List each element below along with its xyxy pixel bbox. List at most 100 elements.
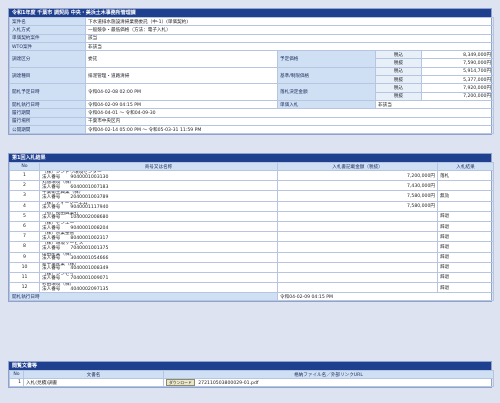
corp-number-label: 法人番号	[42, 276, 61, 282]
row-no: 3	[9, 190, 40, 202]
document-row: 1 入札(見積)調書 ダウンロード 272110503800029-01.pdf	[9, 378, 494, 387]
row-no: 8	[9, 241, 40, 253]
bid-amount	[277, 220, 438, 233]
company-cell: （有）長田興業社 法人番号 1040002008680	[39, 210, 278, 222]
col-bid-result: 入札結果	[437, 162, 494, 171]
label-case-name: 案件名	[9, 16, 86, 27]
label-bid-method: 入札方式	[9, 25, 86, 35]
label-winning-price: 落札決定金額	[277, 83, 376, 101]
corp-number-label: 法人番号	[42, 235, 61, 241]
corp-number: 6040001007183	[70, 184, 109, 190]
corp-number-label: 法人番号	[42, 184, 61, 190]
table-row: 7 （株）京業整管 法人番号 8040001002317 辞退	[9, 231, 494, 243]
corp-number-line: 法人番号 7040001001375	[42, 245, 275, 251]
corp-number-line: 法人番号 8040001002317	[42, 235, 275, 241]
planned-price-tax-in: 8,349,000円	[420, 50, 495, 60]
planned-price-tax-out: 7,590,000円	[420, 58, 495, 68]
tax-out-label: 税抜	[375, 91, 422, 101]
label-wto: WTO案件	[9, 41, 86, 52]
row-no: 9	[9, 251, 40, 263]
company-cell: （株）シンドウ環境センター 法人番号 9040001003130	[39, 169, 278, 182]
bid-amount	[277, 231, 438, 243]
corp-number-label: 法人番号	[42, 266, 61, 272]
bid-result: 無効	[437, 190, 494, 202]
value-contract-kind: 委託	[85, 50, 278, 68]
table-row: 6 （株）センエー 法人番号 9040001008204 辞退	[9, 220, 494, 233]
corp-number-line: 法人番号 4040001008349	[42, 266, 275, 272]
company-cell: （株）ティーシーエム 法人番号 9040001117940	[39, 200, 278, 212]
corp-number-label: 法人番号	[42, 245, 61, 251]
value-bid-method: 一般競争・最低価格（方法：電子入札）	[84, 25, 495, 35]
bid-result	[437, 180, 494, 192]
corp-number-line: 法人番号 9040001008204	[42, 225, 275, 231]
bid-result: 辞退	[437, 251, 494, 263]
table-row: 8 （株）環境サービス 法人番号 7040001001375 辞退	[9, 241, 494, 253]
corp-number-line: 法人番号 6040001007183	[42, 184, 275, 190]
bid-amount: 7,580,000円	[277, 190, 438, 202]
company-cell: （株）センエー 法人番号 9040001008204	[39, 220, 278, 233]
label-unit-price: 単価契約案件	[9, 33, 86, 43]
row-unit-price: 単価契約案件 該当	[9, 33, 495, 43]
tax-in-label: 税込	[375, 83, 422, 93]
value-period: 令和04-04-01 ～ 令和04-09-30	[84, 108, 495, 118]
row-no: 6	[9, 220, 40, 233]
bid-result: 辞退	[437, 271, 494, 284]
table-row: 2 丸徳環境（株） 法人番号 6040001007183 7,430,000円	[9, 180, 494, 192]
bid-result	[437, 200, 494, 212]
bid-result: 辞退	[437, 231, 494, 243]
download-button[interactable]: ダウンロード	[166, 379, 195, 386]
doc-no: 1	[9, 378, 24, 387]
corp-number: 9040001003130	[70, 174, 109, 180]
table-row: 4 （株）ティーシーエム 法人番号 9040001117940 7,580,000円	[9, 200, 494, 212]
company-cell: 千葉衛生興業（株） 法人番号 2040001003789	[39, 190, 278, 202]
bid-results-panel: 第1回入札結果 No 商号又は名称 入札書記載金額（税抜） 入札結果 1 （株）シ…	[8, 153, 494, 303]
label-place: 履行場所	[9, 116, 86, 126]
table-row: 10 新千葉産業（株） 法人番号 4040001008349 辞退	[9, 261, 494, 273]
winning-price-tax-in: 7,920,000円	[420, 83, 495, 93]
corp-number-label: 法人番号	[42, 215, 61, 221]
company-cell: （株）京業整管 法人番号 8040001002317	[39, 231, 278, 243]
row-no: 1	[9, 169, 40, 182]
value-unit-price: 該当	[84, 33, 495, 43]
tax-in-label: 税込	[375, 50, 422, 60]
bid-result: 落札	[437, 169, 494, 182]
corp-number: 8040001002317	[70, 235, 109, 241]
row-no: 2	[9, 180, 40, 192]
bid-amount	[277, 271, 438, 284]
row-no: 4	[9, 200, 40, 212]
company-cell: 山田産業（株） 法人番号 3040001054666	[39, 251, 278, 263]
table-row: 5 （有）長田興業社 法人番号 1040002008680 辞退	[9, 210, 494, 222]
corp-number-line: 法人番号 4040002097135	[42, 287, 275, 292]
documents-panel: 閲覧文書等 No 文書名 格納ファイル名／外部リンクURL 1 入札(見積)調書…	[8, 361, 494, 388]
case-info-table: 案件名 下水道排水施設清掃業務委託（中-1）(単価契約) 入札方式 一般競争・最…	[9, 16, 495, 135]
bid-amount: 7,580,000円	[277, 200, 438, 212]
doc-file-name[interactable]: 272110503800029-01.pdf	[198, 381, 258, 386]
base-price-tax-out: 5,377,000円	[420, 75, 495, 85]
value-single-bid: 非該当	[374, 99, 495, 110]
corp-number: 9040001008204	[70, 225, 109, 231]
value-bid-date: 令和04-02-09 04:15 PM	[85, 99, 278, 110]
documents-header: 閲覧文書等	[9, 362, 491, 370]
bid-result: 辞退	[437, 282, 494, 294]
table-row: 9 山田産業（株） 法人番号 3040001054666 辞退	[9, 251, 494, 263]
tax-out-label: 税抜	[375, 58, 422, 68]
doc-col-no: No	[9, 370, 24, 379]
corp-number: 7040001009071	[70, 276, 109, 282]
value-industry: 排泥管理・道路清掃	[85, 66, 278, 85]
row-no: 11	[9, 271, 40, 284]
row-no: 7	[9, 231, 40, 243]
corp-number-line: 法人番号 1040002008680	[42, 216, 275, 221]
corp-number-label: 法人番号	[42, 256, 61, 262]
label-base-price: 基準/制限価格	[277, 66, 376, 85]
corp-number-line: 法人番号 7040001009071	[42, 277, 275, 282]
table-row: 1 （株）シンドウ環境センター 法人番号 9040001003130 7,200,000…	[9, 169, 494, 182]
value-bid-exec-date: 令和04-02-09 04:15 PM	[277, 292, 494, 302]
bid-amount: 7,200,000円	[277, 169, 438, 182]
company-cell: 丸徳環境（株） 法人番号 6040001007183	[39, 180, 278, 192]
corp-number-label: 法人番号	[42, 174, 61, 180]
base-price-tax-in: 5,914,700円	[420, 66, 495, 77]
doc-col-file: 格納ファイル名／外部リンクURL	[163, 370, 494, 379]
bid-amount	[277, 241, 438, 253]
table-row: 3 千葉衛生興業（株） 法人番号 2040001003789 7,580,000円 無効	[9, 190, 494, 202]
company-cell: （株）シンセイ 法人番号 7040001009071	[39, 271, 278, 284]
